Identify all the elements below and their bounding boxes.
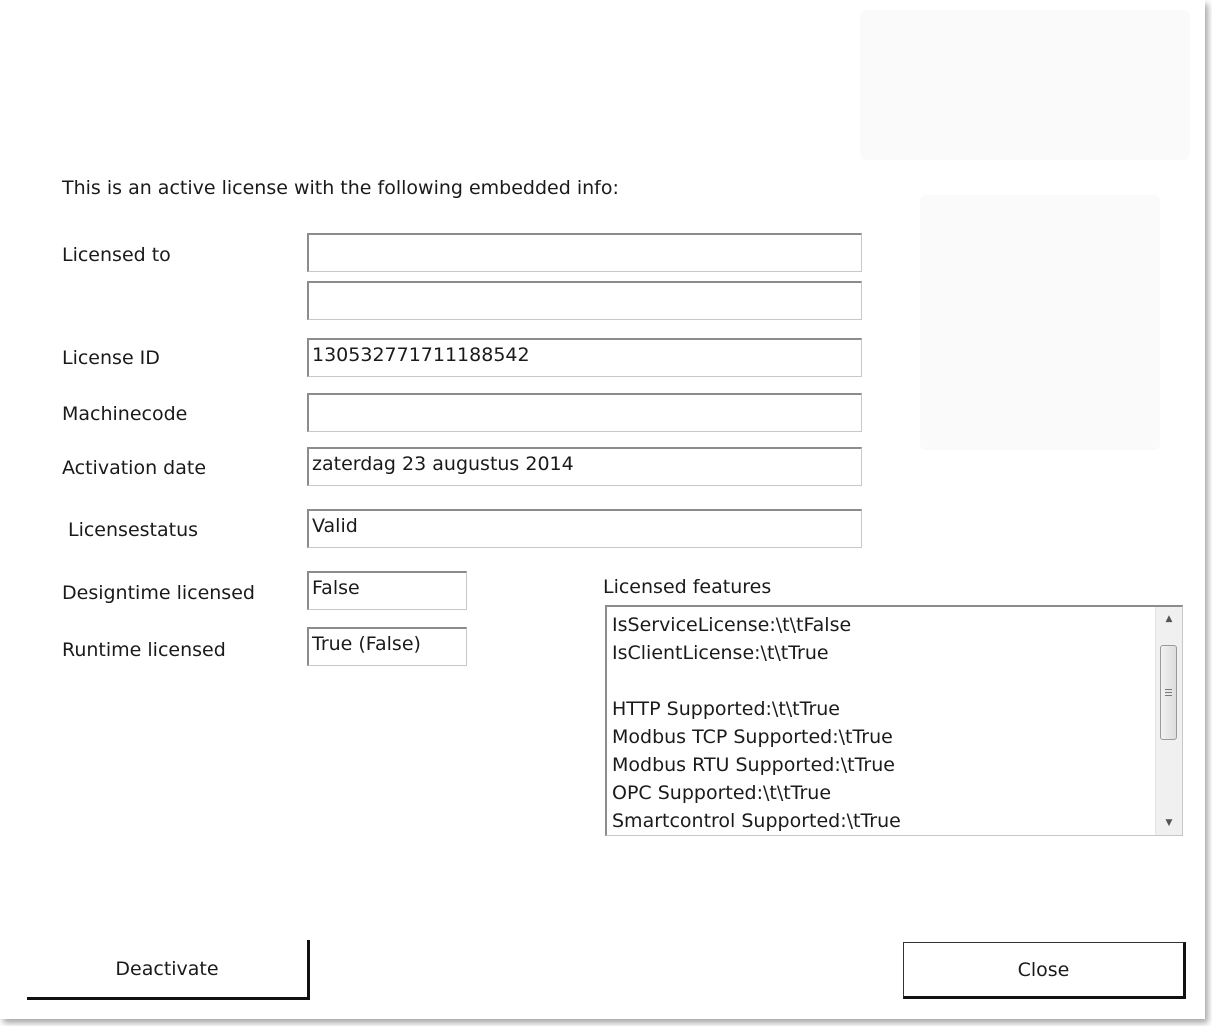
licensed-to-field-line2[interactable]: [307, 281, 862, 320]
list-item[interactable]: HTTP Supported:\t\tTrue: [612, 695, 1152, 723]
background-watermark-panel: [920, 195, 1160, 450]
license-id-field[interactable]: 130532771711188542: [307, 338, 862, 377]
background-watermark: [860, 10, 1190, 160]
scroll-thumb[interactable]: [1160, 645, 1177, 740]
license-dialog: This is an active license with the follo…: [0, 0, 1205, 1019]
list-item[interactable]: IsClientLicense:\t\tTrue: [612, 639, 1152, 667]
licensestatus-field[interactable]: Valid: [307, 509, 862, 548]
machinecode-label: Machinecode: [62, 403, 188, 425]
machinecode-field[interactable]: [307, 393, 862, 432]
close-button[interactable]: Close: [903, 942, 1186, 999]
runtime-licensed-field[interactable]: True (False): [307, 627, 467, 666]
designtime-licensed-label: Designtime licensed: [62, 582, 255, 604]
list-item[interactable]: Modbus TCP Supported:\tTrue: [612, 723, 1152, 751]
scroll-grip-icon: [1165, 688, 1172, 697]
scroll-up-arrow-icon[interactable]: ▲: [1156, 607, 1182, 631]
activation-date-label: Activation date: [62, 457, 207, 479]
vertical-scrollbar[interactable]: ▲ ▼: [1155, 607, 1182, 835]
runtime-licensed-label: Runtime licensed: [62, 639, 226, 661]
licensed-features-label: Licensed features: [603, 576, 772, 598]
licensed-to-field-line1[interactable]: [307, 233, 862, 272]
activation-date-field[interactable]: zaterdag 23 augustus 2014: [307, 447, 862, 486]
list-item[interactable]: [612, 667, 1152, 695]
designtime-licensed-field[interactable]: False: [307, 571, 467, 610]
licensed-to-label: Licensed to: [62, 244, 171, 266]
scroll-down-arrow-icon[interactable]: ▼: [1156, 811, 1182, 835]
list-item[interactable]: OPC Supported:\t\tTrue: [612, 779, 1152, 807]
list-item[interactable]: Smartcontrol Supported:\tTrue: [612, 807, 1152, 835]
licensestatus-label: Licensestatus: [68, 519, 199, 541]
intro-text: This is an active license with the follo…: [62, 177, 619, 199]
licensed-features-items: IsServiceLicense:\t\tFalse IsClientLicen…: [612, 611, 1152, 835]
licensed-features-list[interactable]: IsServiceLicense:\t\tFalse IsClientLicen…: [605, 605, 1183, 836]
deactivate-button[interactable]: Deactivate: [27, 940, 310, 1000]
list-item[interactable]: IsServiceLicense:\t\tFalse: [612, 611, 1152, 639]
list-item[interactable]: Modbus RTU Supported:\tTrue: [612, 751, 1152, 779]
license-id-label: License ID: [62, 347, 160, 369]
